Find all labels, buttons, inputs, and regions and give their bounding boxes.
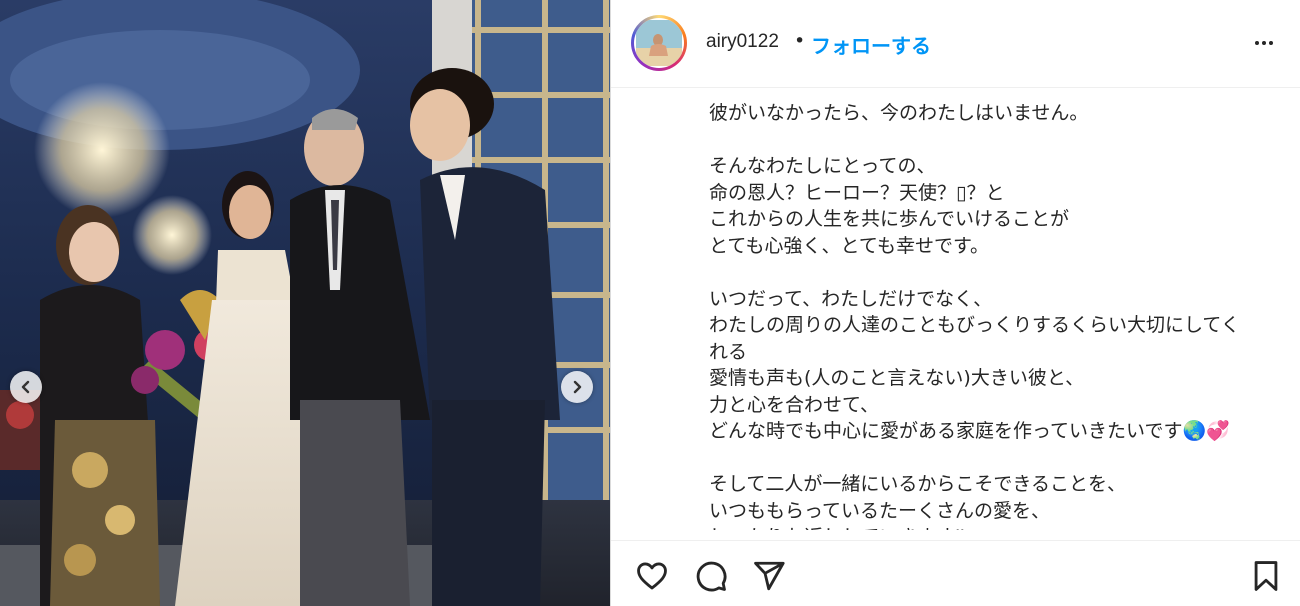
caption-line: わたしの周りの人達のこともびっくりするくらい大切にしてく [709, 314, 1240, 336]
more-options-icon [1255, 41, 1273, 45]
wedding-photo-illustration [0, 0, 610, 606]
comment-button[interactable] [694, 559, 728, 593]
follow-button[interactable]: フォローする [811, 30, 931, 59]
caption-paragraph-gap [709, 127, 1281, 154]
chevron-right-icon [573, 380, 582, 394]
comment-icon [696, 561, 727, 592]
caption-line: 力と心を合わせて、 [709, 393, 880, 416]
like-button[interactable] [635, 559, 669, 593]
action-bar [611, 540, 1300, 606]
bookmark-icon [1254, 561, 1278, 591]
caption-line: とても心強く、とても幸せです。 [709, 234, 990, 257]
avatar-image [634, 18, 684, 68]
more-options-button[interactable] [1249, 28, 1279, 58]
avatar[interactable] [631, 15, 687, 71]
share-icon [754, 561, 785, 591]
separator-dot: • [794, 30, 806, 52]
username-link[interactable]: airy0122 [706, 31, 779, 53]
share-button[interactable] [752, 559, 786, 593]
caption-line: いつだって、わたしだけでなく、 [709, 287, 993, 310]
caption-paragraph-gap [709, 259, 1281, 286]
chevron-left-icon [21, 380, 30, 394]
caption-line: れる [709, 340, 748, 363]
caption-line: 命の恩人？ヒーロー？天使？▯？と [709, 181, 1005, 204]
post-photo [0, 0, 610, 606]
save-button[interactable] [1249, 559, 1283, 593]
caption-line: 愛情も声も(人のこと言えない)大きい彼と、 [709, 367, 1085, 389]
caption-line: 彼がいなかったら、今のわたしはいません。 [709, 102, 1089, 124]
caption-line: しっかりお返ししていきます‼ [709, 524, 1281, 530]
heart-icon [637, 562, 667, 590]
caption-line: そんなわたしにとっての、 [709, 155, 936, 177]
caption-line: そして二人が一緒にいるからこそできることを、 [709, 473, 1127, 495]
caption-paragraph-gap [709, 445, 1281, 472]
next-photo-button[interactable] [561, 371, 593, 403]
post-caption: 彼がいなかったら、今のわたしはいません。 そんなわたしにとっての、命の恩人？ヒーロ… [709, 100, 1281, 530]
caption-line: これからの人生を共に歩んでいけることが [709, 208, 1070, 230]
post-header: airy0122 • フォローする [611, 0, 1300, 88]
caption-line: いつももらっているたーくさんの愛を、 [709, 499, 1051, 522]
previous-photo-button[interactable] [10, 371, 42, 403]
caption-line: どんな時でも中心に愛がある家庭を作っていきたいです🌏💞 [709, 420, 1230, 442]
post-details-panel: airy0122 • フォローする 彼がいなかったら、今のわたしはいません。 そん… [610, 0, 1300, 606]
